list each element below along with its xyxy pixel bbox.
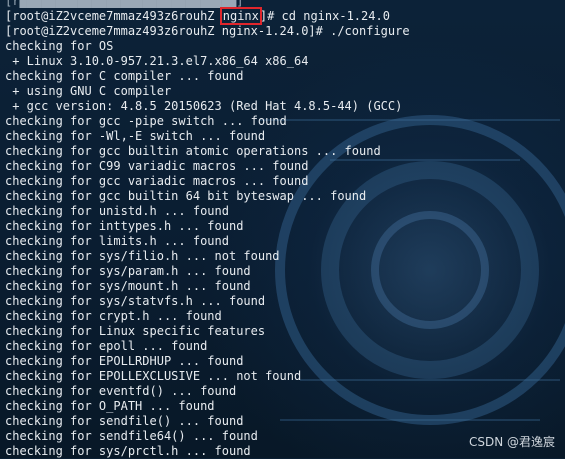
terminal-line: checking for inttypes.h ... found [5, 219, 244, 233]
terminal-line: checking for epoll ... found [5, 339, 208, 353]
terminal-line: checking for sendfile() ... found [5, 414, 244, 428]
terminal-line: checking for Linux specific features [5, 324, 266, 338]
terminal-line: checking for gcc -pipe switch ... found [5, 114, 287, 128]
highlighted-nginx-dir: nginx [219, 7, 262, 25]
terminal-line: checking for OS [5, 39, 114, 53]
prompt-prefix: [root@iZ2vceme7mmaz493z6rouhZ [5, 9, 222, 23]
terminal-line: checking for sys/param.h ... found [5, 264, 251, 278]
terminal-line: checking for O_PATH ... found [5, 399, 215, 413]
terminal-line: + gcc version: 4.8.5 20150623 (Red Hat 4… [5, 99, 403, 113]
terminal-line: checking for gcc builtin 64 bit byteswap… [5, 189, 367, 203]
csdn-watermark: CSDN @君逸宸 [468, 435, 555, 449]
terminal-line: checking for limits.h ... found [5, 234, 229, 248]
terminal-line: checking for C99 variadic macros ... fou… [5, 159, 309, 173]
terminal-line: [root@iZ2vceme7mmaz493z6rouhZ nginx-1.24… [5, 24, 410, 38]
terminal-line: checking for -Wl,-E switch ... found [5, 129, 266, 143]
terminal-line: checking for C compiler ... found [5, 69, 244, 83]
terminal-line: checking for eventfd() ... found [5, 384, 237, 398]
terminal-line-cd-command: [root@iZ2vceme7mmaz493z6rouhZ nginx]# cd… [5, 7, 565, 25]
terminal-line: checking for unistd.h ... found [5, 204, 229, 218]
terminal-line: checking for gcc builtin atomic operatio… [5, 144, 381, 158]
terminal-line: checking for EPOLLEXCLUSIVE ... not foun… [5, 369, 302, 383]
terminal-output: [r██████████████████████████████] [root@… [0, 0, 565, 459]
terminal-line: checking for gcc variadic macros ... fou… [5, 174, 309, 188]
terminal-line: + Linux 3.10.0-957.21.3.el7.x86_64 x86_6… [5, 54, 309, 68]
terminal-line-previous: [r██████████████████████████████] [5, 0, 244, 8]
terminal-line: checking for sys/mount.h ... found [5, 279, 251, 293]
terminal-line: checking for sys/statvfs.h ... found [5, 294, 266, 308]
terminal-line: checking for crypt.h ... found [5, 309, 222, 323]
terminal-line: checking for sys/filio.h ... not found [5, 249, 280, 263]
terminal-line: + using GNU C compiler [5, 84, 172, 98]
cd-command: ]# cd nginx-1.24.0 [259, 9, 390, 23]
terminal-line: checking for EPOLLRDHUP ... found [5, 354, 244, 368]
